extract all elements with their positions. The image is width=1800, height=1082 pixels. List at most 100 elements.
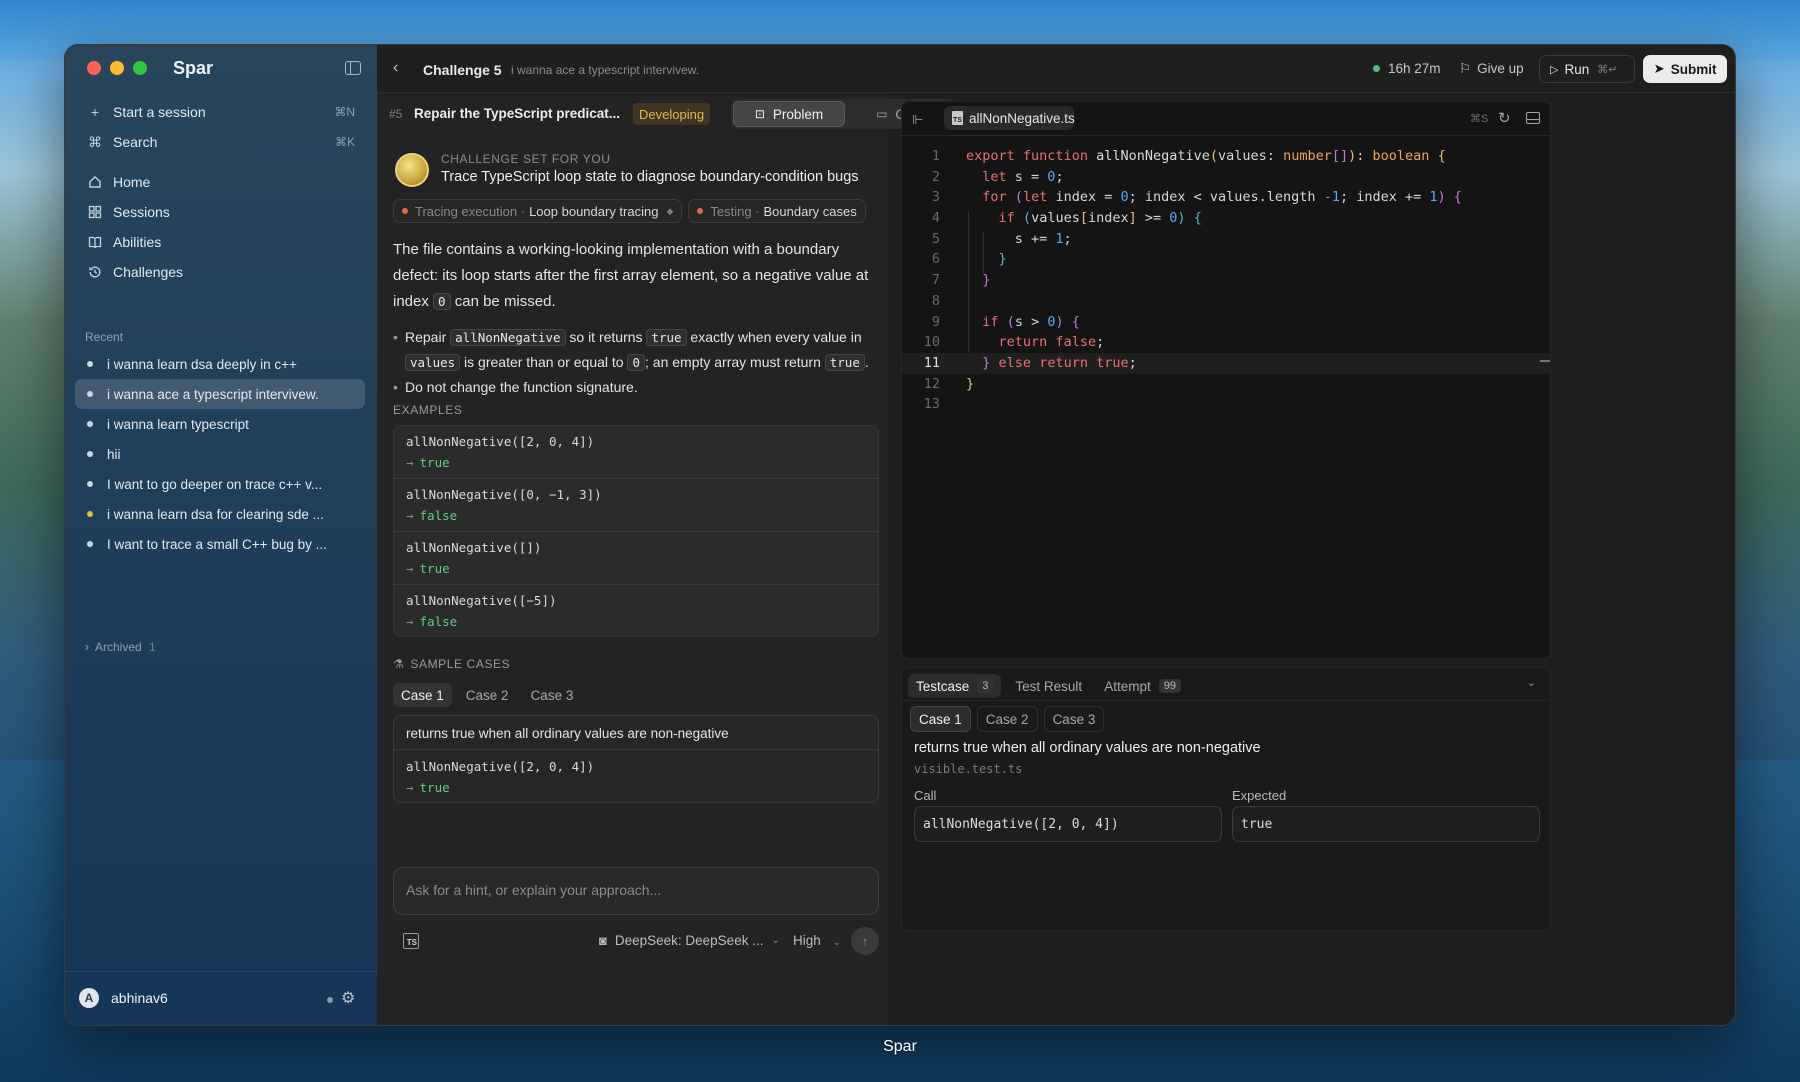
recent-heading: Recent: [85, 330, 124, 344]
app-window: Spar + Start a session ⌘N ⌘ Search ⌘K Ho…: [64, 44, 1736, 1026]
call-field[interactable]: allNonNegative([2, 0, 4]): [914, 806, 1222, 842]
flag-icon: ⚐: [1459, 61, 1472, 76]
sidebar-recent-item[interactable]: i wanna ace a typescript intervivew.: [75, 379, 365, 409]
session-timer: 16h 27m: [1373, 61, 1441, 76]
sidebar-recent-item[interactable]: i wanna learn typescript: [75, 409, 365, 439]
chip-dot-icon: [697, 208, 704, 214]
tab-attempt[interactable]: Attempt 99: [1096, 674, 1189, 698]
skill-chip[interactable]: Testing · Boundary cases: [688, 199, 866, 223]
testcase-file: visible.test.ts: [914, 762, 1023, 776]
sidebar-item-challenges[interactable]: Challenges: [75, 257, 365, 287]
archived-toggle[interactable]: › Archived 1: [85, 640, 156, 654]
tab-case-3[interactable]: Case 3: [1043, 706, 1105, 732]
main-area: ‹ Challenge 5 i wanna ace a typescript i…: [377, 45, 1735, 1025]
dot-icon: [87, 391, 93, 397]
code-area[interactable]: 1 export function allNonNegative(values: …: [902, 146, 1550, 415]
sample-case-name: returns true when all ordinary values ar…: [394, 716, 878, 750]
zoom-window-button[interactable]: [133, 61, 147, 75]
chat-bubble-icon: ▭: [876, 107, 888, 121]
scroll-marker: [1540, 360, 1550, 362]
model-selector[interactable]: ◙ DeepSeek: DeepSeek ... ⌄: [599, 933, 780, 948]
status-dot: [327, 997, 333, 1003]
avatar[interactable]: A: [79, 988, 99, 1008]
tab-case-1[interactable]: Case 1: [393, 683, 452, 707]
page-title: Challenge 5: [423, 62, 502, 78]
tab-problem[interactable]: ⊡ Problem: [733, 101, 845, 127]
call-label: Call: [914, 788, 937, 803]
tab-case-3[interactable]: Case 3: [523, 683, 582, 707]
file-tab[interactable]: TS allNonNegative.ts: [944, 106, 1075, 130]
flask-icon: ⚗: [393, 657, 405, 671]
example-item: allNonNegative([]) → true: [394, 532, 878, 585]
start-session-button[interactable]: + Start a session ⌘N: [75, 97, 365, 127]
challenge-medal-icon: [395, 153, 429, 187]
skill-chips: Tracing execution · Loop boundary tracin…: [393, 199, 866, 223]
window-controls: [87, 61, 147, 75]
dot-icon: [87, 541, 93, 547]
dot-icon: [87, 481, 93, 487]
dot-icon: [87, 511, 93, 517]
robot-icon: ◙: [599, 933, 607, 948]
chat-input[interactable]: Ask for a hint, or explain your approach…: [393, 867, 879, 915]
effort-selector[interactable]: High ⌄: [793, 933, 841, 948]
sidebar-recent-item[interactable]: I want to go deeper on trace c++ v...: [75, 469, 365, 499]
history-icon: [87, 264, 103, 280]
gear-icon[interactable]: ⚙: [341, 988, 355, 1008]
arrow-up-icon: ↑: [861, 933, 869, 949]
code-line: 1 export function allNonNegative(values: …: [931, 148, 1446, 164]
plus-icon: +: [90, 104, 100, 120]
code-line: 12}: [923, 375, 975, 392]
problem-description: The file contains a working-looking impl…: [393, 241, 869, 310]
sidebar-recent-item[interactable]: i wanna learn dsa for clearing sde ...: [75, 499, 365, 529]
typescript-file-icon[interactable]: TS: [403, 933, 419, 949]
dot-icon: [87, 421, 93, 427]
tab-case-2[interactable]: Case 2: [976, 706, 1038, 732]
back-chevron-icon[interactable]: ‹: [393, 59, 398, 77]
status-badge: Developing: [633, 103, 711, 125]
command-icon: ⌘: [88, 133, 102, 150]
sidebar-item-home[interactable]: Home: [75, 167, 365, 197]
tab-case-2[interactable]: Case 2: [458, 683, 517, 707]
collapse-chevron-icon[interactable]: ⌄: [1527, 676, 1536, 689]
tab-test-result[interactable]: Test Result: [1007, 674, 1090, 698]
reset-icon[interactable]: ↻: [1498, 109, 1511, 127]
send-icon: ➤: [1653, 61, 1665, 76]
code-line: 4 if (values[index] >= 0) {: [931, 210, 1202, 227]
file-tree-icon[interactable]: ⊩: [912, 112, 923, 128]
run-button[interactable]: ▷ Run ⌘↵: [1539, 55, 1635, 83]
minimize-window-button[interactable]: [110, 61, 124, 75]
expected-field[interactable]: true: [1232, 806, 1540, 842]
sidebar-item-sessions[interactable]: Sessions: [75, 197, 365, 227]
test-panel: Testcase 3 Test Result Attempt 99 ⌄ Case 1…: [901, 667, 1551, 931]
sidebar-toggle-icon[interactable]: [345, 61, 361, 75]
sidebar-recent-item[interactable]: hii: [75, 439, 365, 469]
book-icon: [87, 234, 103, 250]
sidebar-item-abilities[interactable]: Abilities: [75, 227, 365, 257]
code-line: 7 }: [931, 272, 991, 289]
code-line-current: 11 } else return true;: [902, 352, 1550, 374]
give-up-button[interactable]: ⚐ Give up: [1459, 61, 1524, 77]
requirement-bullet: Repair allNonNegative so it returns true…: [393, 325, 877, 375]
tab-testcase[interactable]: Testcase 3: [908, 674, 1002, 698]
arrow-right-icon: →: [406, 455, 414, 470]
sidebar-recent-item[interactable]: I want to trace a small C++ bug by ...: [75, 529, 365, 559]
send-button[interactable]: ↑: [851, 927, 879, 955]
chip-dot-icon: [402, 208, 408, 214]
sidebar-recent-item[interactable]: i wanna learn dsa deeply in c++: [75, 349, 365, 379]
code-box-icon: ⊡: [754, 107, 765, 121]
submit-button[interactable]: ➤ Submit: [1643, 55, 1727, 83]
tab-case-1[interactable]: Case 1: [910, 706, 971, 732]
problem-content[interactable]: CHALLENGE SET FOR YOU Trace TypeScript l…: [377, 135, 889, 855]
chevron-right-icon: ›: [85, 640, 89, 654]
search-button[interactable]: ⌘ Search ⌘K: [75, 127, 365, 157]
user-name[interactable]: abhinav6: [111, 990, 168, 1006]
code-line: 9 if (s > 0) {: [931, 313, 1080, 330]
close-window-button[interactable]: [87, 61, 101, 75]
panel-layout-icon[interactable]: [1526, 112, 1540, 124]
problem-number: #5: [389, 107, 403, 121]
grid-icon: [87, 204, 103, 220]
dot-icon: [87, 361, 93, 367]
sample-cases-heading: ⚗ SAMPLE CASES: [393, 657, 511, 671]
skill-chip[interactable]: Tracing execution · Loop boundary tracin…: [393, 199, 683, 223]
page-subtitle: i wanna ace a typescript intervivew.: [511, 63, 700, 77]
